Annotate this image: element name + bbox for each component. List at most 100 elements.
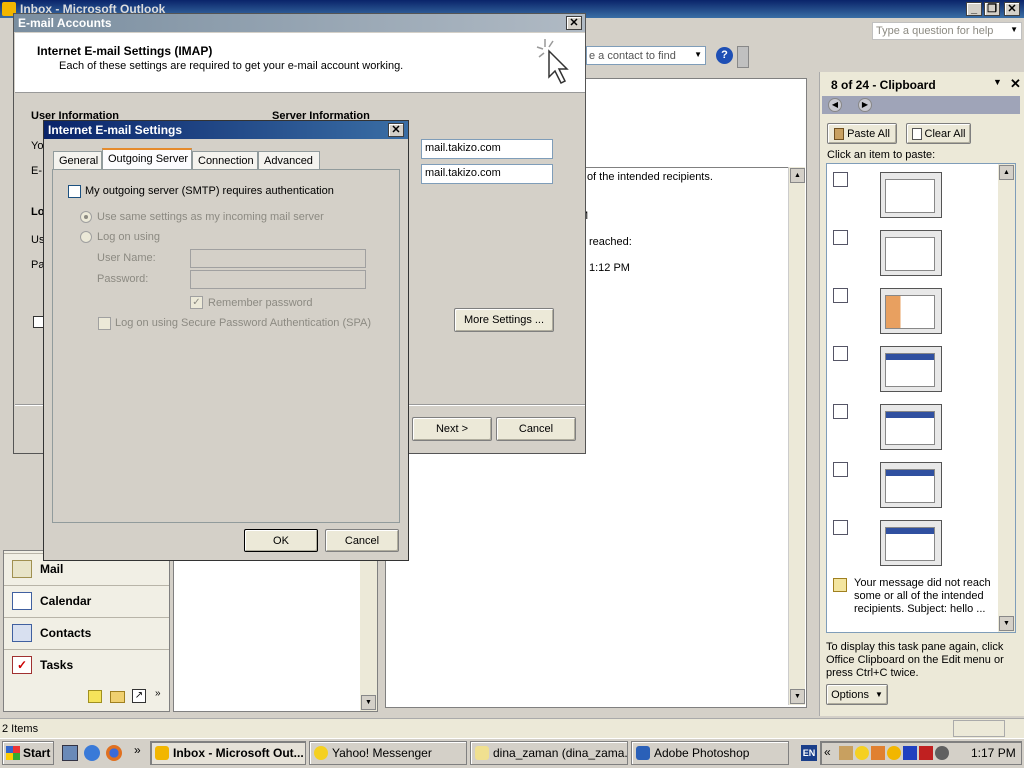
tab-advanced[interactable]: Advanced <box>258 151 320 170</box>
clipboard-text-item[interactable]: Your message did not reach some or all o… <box>854 577 994 616</box>
outgoing-server-field[interactable]: mail.takizo.com <box>421 164 553 184</box>
smtp-auth-checkbox[interactable] <box>68 185 81 198</box>
spa-checkbox[interactable] <box>98 317 111 330</box>
help-search-input[interactable]: Type a question for help ▼ <box>872 22 1022 40</box>
back-icon[interactable]: ◀ <box>828 98 842 112</box>
click-hint: Click an item to paste: <box>827 149 936 161</box>
user-name-label: User Name: <box>97 252 156 264</box>
tray-icon[interactable] <box>887 746 901 760</box>
tray-icon[interactable] <box>839 746 853 760</box>
ie-icon[interactable] <box>84 745 100 761</box>
language-indicator[interactable]: EN <box>801 745 817 761</box>
use-same-settings-label: Use same settings as my incoming mail se… <box>97 211 324 223</box>
tab-general[interactable]: General <box>53 151 102 170</box>
show-desktop-icon[interactable] <box>62 745 78 761</box>
photoshop-icon <box>636 746 650 760</box>
close-pane-icon[interactable]: ✕ <box>1010 76 1021 92</box>
status-bar: 2 Items <box>0 718 1024 738</box>
clipboard-image-item[interactable] <box>880 462 942 508</box>
task-photoshop[interactable]: Adobe Photoshop <box>631 741 789 765</box>
text-clip-icon <box>833 578 847 592</box>
chevron-down-icon[interactable]: ▼ <box>694 50 702 59</box>
shortcut-icon[interactable]: ↗ <box>132 689 146 703</box>
password-field[interactable] <box>190 270 366 289</box>
log-on-using-radio[interactable] <box>80 231 92 243</box>
folder-icon[interactable] <box>110 691 125 703</box>
image-clip-icon <box>833 288 848 303</box>
tab-connection[interactable]: Connection <box>192 151 258 170</box>
next-button[interactable]: Next > <box>412 417 492 441</box>
task-yahoo-messenger[interactable]: Yahoo! Messenger <box>309 741 467 765</box>
incoming-server-field[interactable]: mail.takizo.com <box>421 139 553 159</box>
paste-all-button[interactable]: Paste All <box>827 123 897 144</box>
tray-icon[interactable] <box>919 746 933 760</box>
chat-icon <box>475 746 489 760</box>
task-outlook[interactable]: Inbox - Microsoft Out... <box>150 741 306 765</box>
scrollbar[interactable]: ▲ ▼ <box>788 167 805 705</box>
configure-buttons-icon[interactable]: » <box>155 688 161 699</box>
clear-all-button[interactable]: Clear All <box>906 123 971 144</box>
help-icon[interactable]: ? <box>716 47 733 64</box>
settings-titlebar: Internet E-mail Settings <box>44 121 408 139</box>
scroll-down-icon[interactable]: ▼ <box>790 689 805 704</box>
use-same-settings-radio[interactable] <box>80 211 92 223</box>
image-clip-icon <box>833 230 848 245</box>
nav-contacts-button[interactable]: Contacts <box>4 617 169 648</box>
quick-launch-more-icon[interactable]: » <box>134 743 141 757</box>
clipboard-image-item[interactable] <box>880 346 942 392</box>
chevron-down-icon[interactable]: ▼ <box>1010 25 1018 34</box>
scrollbar[interactable]: ▼ <box>360 561 377 711</box>
tray-expand-icon[interactable]: « <box>824 745 831 759</box>
tray-icon[interactable] <box>903 746 917 760</box>
scroll-down-icon[interactable]: ▼ <box>999 616 1014 631</box>
restore-button[interactable]: ❐ <box>984 2 1000 16</box>
tray-icon[interactable] <box>935 746 949 760</box>
clipboard-image-item[interactable] <box>880 230 942 276</box>
log-on-using-label: Log on using <box>97 231 160 243</box>
yahoo-messenger-icon <box>314 746 328 760</box>
nav-tasks-button[interactable]: ✓ Tasks <box>4 649 169 680</box>
close-button[interactable]: ✕ <box>1004 2 1020 16</box>
partial-label: E- <box>31 165 42 177</box>
start-button[interactable]: Start <box>2 741 54 765</box>
clear-icon <box>911 127 922 140</box>
scroll-up-icon[interactable]: ▲ <box>999 165 1014 180</box>
ok-button[interactable]: OK <box>244 529 318 552</box>
pane-menu-icon[interactable]: ▼ <box>993 77 1002 87</box>
clipboard-image-item[interactable] <box>880 520 942 566</box>
accounts-header: Internet E-mail Settings (IMAP) Each of … <box>15 33 585 93</box>
toolbar-options-icon[interactable] <box>737 46 749 68</box>
tray-icon[interactable] <box>855 746 869 760</box>
accounts-cancel-button[interactable]: Cancel <box>496 417 576 441</box>
nav-calendar-button[interactable]: Calendar <box>4 585 169 616</box>
contacts-icon <box>12 624 32 642</box>
more-settings-button[interactable]: More Settings ... <box>454 308 554 332</box>
task-dina-zaman[interactable]: dina_zaman (dina_zama... <box>470 741 628 765</box>
close-icon[interactable]: ✕ <box>566 16 582 30</box>
forward-icon[interactable]: ▶ <box>858 98 872 112</box>
clipboard-image-item[interactable] <box>880 288 942 334</box>
clipboard-image-item[interactable] <box>880 172 942 218</box>
scrollbar[interactable]: ▲ ▼ <box>998 164 1015 632</box>
settings-cancel-button[interactable]: Cancel <box>325 529 399 552</box>
close-icon[interactable]: ✕ <box>388 123 404 137</box>
tray-icon[interactable] <box>871 746 885 760</box>
image-clip-icon <box>833 462 848 477</box>
partial-label: Yo <box>31 140 44 152</box>
preview-line: 1:12 PM <box>589 262 630 274</box>
tab-outgoing-server[interactable]: Outgoing Server <box>102 148 192 170</box>
remember-password-checkbox[interactable]: ✓ <box>190 296 203 309</box>
system-tray: « 1:17 PM <box>820 741 1022 765</box>
minimize-button[interactable]: _ <box>966 2 982 16</box>
contact-search-input[interactable]: e a contact to find ▼ <box>586 46 706 65</box>
clock: 1:17 PM <box>971 746 1016 760</box>
scroll-up-icon[interactable]: ▲ <box>790 168 805 183</box>
notes-icon[interactable] <box>88 690 102 703</box>
firefox-icon[interactable] <box>106 745 122 761</box>
options-button[interactable]: Options ▼ <box>826 684 888 705</box>
scroll-down-icon[interactable]: ▼ <box>361 695 376 710</box>
user-name-field[interactable] <box>190 249 366 268</box>
smtp-auth-label[interactable]: My outgoing server (SMTP) requires authe… <box>85 185 334 197</box>
clipboard-image-item[interactable] <box>880 404 942 450</box>
image-clip-icon <box>833 172 848 187</box>
